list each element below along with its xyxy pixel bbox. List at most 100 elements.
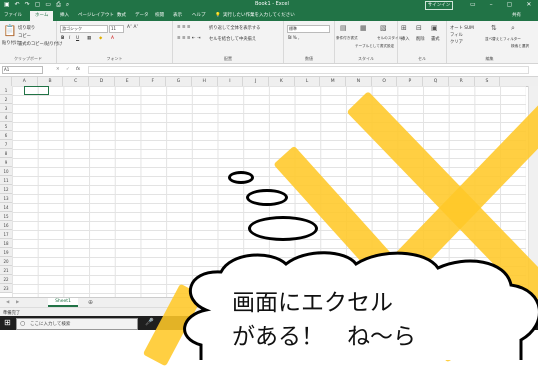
ribbon-display-icon[interactable]: ▭ [470, 0, 476, 10]
selected-cell-a1[interactable] [24, 86, 49, 95]
row-header[interactable]: 3 [0, 104, 12, 113]
column-header[interactable]: I [218, 77, 244, 86]
find-select-button[interactable]: 検索と選択 [511, 44, 529, 49]
font-name-select[interactable]: 游ゴシック [60, 25, 108, 33]
fx-icon[interactable]: fx [76, 67, 80, 72]
tab-page-layout[interactable]: ページレイアウト [78, 11, 114, 21]
tab-view[interactable]: 表示 [173, 11, 182, 21]
signin-button[interactable]: サインイン [425, 1, 453, 10]
sheet-next-icon[interactable]: ▶ [16, 300, 19, 305]
wrap-text-button[interactable]: 折り返して全体を表示する [209, 25, 260, 31]
row-header[interactable]: 15 [0, 212, 12, 221]
row-header[interactable]: 14 [0, 203, 12, 212]
paste-button[interactable]: 貼り付け [2, 40, 19, 46]
column-header[interactable]: J [243, 77, 269, 86]
conditional-format-icon[interactable]: ▤ [340, 24, 347, 32]
tab-file[interactable]: ファイル [4, 11, 22, 21]
column-header[interactable]: R [449, 77, 475, 86]
format-painter-button[interactable]: 書式のコピー/貼り付け [18, 41, 62, 47]
delete-cells-icon[interactable]: ⊟ [416, 24, 422, 32]
tab-review[interactable]: 校閲 [155, 11, 164, 21]
tab-data[interactable]: データ [135, 11, 149, 21]
tab-home[interactable]: ホーム [30, 11, 54, 21]
column-header[interactable]: A [12, 77, 38, 86]
column-header[interactable]: D [89, 77, 115, 86]
border-icon[interactable]: ▦ [87, 36, 91, 41]
minimize-icon[interactable]: – [490, 0, 493, 10]
row-header[interactable]: 2 [0, 95, 12, 104]
row-header[interactable]: 13 [0, 194, 12, 203]
conditional-format-button[interactable]: 条件付き書式 [336, 36, 358, 41]
fill-color-icon[interactable]: ◆ [99, 36, 102, 41]
new-icon[interactable]: ▢ [35, 0, 41, 10]
redo-icon[interactable]: ↷ [25, 0, 30, 10]
bold-icon[interactable]: B [61, 36, 64, 41]
find-select-icon[interactable]: ⌕ [511, 24, 515, 33]
undo-icon[interactable]: ↶ [15, 0, 20, 10]
table-format-button[interactable]: テーブルとして書式設定 [355, 44, 394, 49]
confirm-icon[interactable]: ✓ [66, 67, 70, 72]
row-header[interactable]: 22 [0, 275, 12, 284]
column-header[interactable]: F [141, 77, 167, 86]
row-header[interactable]: 7 [0, 140, 12, 149]
row-header[interactable]: 21 [0, 266, 12, 275]
sort-filter-icon[interactable]: ⇅ [491, 24, 497, 32]
clear-button[interactable]: クリア [450, 39, 463, 45]
taskbar-search-box[interactable]: ○ ここに入力して検索 [16, 318, 138, 330]
row-header[interactable]: 1 [0, 86, 12, 95]
table-format-icon[interactable]: ▦ [360, 24, 367, 32]
row-header[interactable]: 12 [0, 185, 12, 194]
add-sheet-icon[interactable]: ⊕ [88, 299, 93, 306]
column-header[interactable]: G [166, 77, 192, 86]
row-header[interactable]: 20 [0, 257, 12, 266]
windows-start-icon[interactable]: ⊞ [4, 318, 11, 327]
insert-cells-icon[interactable]: ⊞ [401, 24, 407, 32]
column-header[interactable]: L [295, 77, 321, 86]
close-icon[interactable]: ✕ [526, 0, 531, 10]
save-icon[interactable]: ▣ [4, 0, 10, 10]
column-header[interactable]: N [346, 77, 372, 86]
merge-center-button[interactable]: セルを結合して中央揃え [209, 36, 256, 42]
open-icon[interactable]: ▭ [45, 0, 51, 10]
mic-icon[interactable]: 🎤 [145, 318, 154, 326]
column-header[interactable]: K [269, 77, 295, 86]
column-header[interactable]: B [38, 77, 64, 86]
paste-icon[interactable]: 📋 [3, 24, 17, 37]
preview-icon[interactable]: ⌕ [66, 0, 69, 10]
font-color-icon[interactable]: A [111, 36, 114, 41]
format-cells-icon[interactable]: ▣ [431, 24, 438, 32]
row-header[interactable]: 4 [0, 113, 12, 122]
underline-icon[interactable]: U [76, 36, 79, 41]
row-header[interactable]: 9 [0, 158, 12, 167]
row-header[interactable]: 10 [0, 167, 12, 176]
font-size-select[interactable]: 11 [109, 25, 124, 33]
print-icon[interactable]: ⎙ [56, 0, 61, 10]
row-header[interactable]: 23 [0, 284, 12, 293]
tell-me-search[interactable]: 実行したい作業を入力してください [223, 11, 295, 21]
tab-help[interactable]: ヘルプ [192, 11, 206, 21]
align-top-icon[interactable]: ≡ ≡ ≡ [177, 25, 191, 30]
column-header[interactable]: M [320, 77, 347, 86]
sheet-prev-icon[interactable]: ◀ [6, 300, 9, 305]
select-all-corner[interactable] [0, 77, 12, 86]
name-box[interactable]: A1 [2, 66, 43, 74]
sheet-tab-sheet1[interactable]: Sheet1 [48, 298, 78, 307]
tab-formulas[interactable]: 数式 [117, 11, 126, 21]
row-header[interactable]: 6 [0, 131, 12, 140]
autosum-button[interactable]: オート SUM [450, 25, 474, 31]
cell-styles-icon[interactable]: ▧ [380, 24, 387, 32]
formula-input[interactable] [88, 66, 529, 74]
copy-button[interactable]: コピー [18, 33, 31, 39]
column-header[interactable]: E [115, 77, 141, 86]
column-header[interactable]: C [63, 77, 90, 86]
row-header[interactable]: 8 [0, 149, 12, 158]
column-header[interactable]: O [372, 77, 398, 86]
row-header[interactable]: 11 [0, 176, 12, 185]
format-cells-button[interactable]: 書式 [431, 36, 440, 42]
share-button[interactable]: 共有 [512, 11, 521, 21]
column-header[interactable]: H [192, 77, 218, 86]
fill-button[interactable]: フィル [450, 32, 463, 38]
cut-button[interactable]: 切り取り [18, 25, 35, 31]
insert-cells-button[interactable]: 挿入 [401, 36, 410, 42]
row-header[interactable]: 17 [0, 230, 12, 239]
